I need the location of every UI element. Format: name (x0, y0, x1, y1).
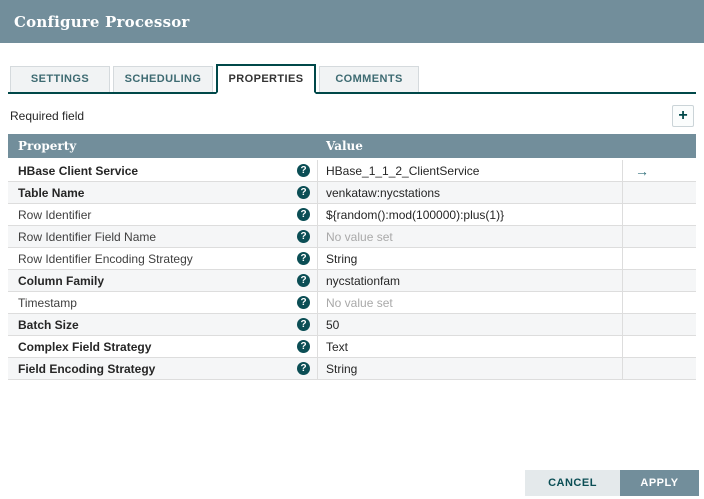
property-value: ${random():mod(100000):plus(1)} (326, 207, 505, 222)
property-cell: Column Family? (8, 270, 318, 291)
configure-processor-dialog: Configure Processor SETTINGS SCHEDULING PR… (0, 0, 704, 499)
property-cell: Row Identifier? (8, 204, 318, 225)
value-cell[interactable]: No value set (318, 292, 623, 313)
property-name: Table Name (18, 185, 85, 200)
tab-comments[interactable]: COMMENTS (319, 66, 419, 92)
property-value: HBase_1_1_2_ClientService (326, 163, 480, 178)
value-cell[interactable]: String (318, 358, 623, 379)
table-row[interactable]: Row Identifier Field Name? No value set (8, 226, 696, 248)
property-cell: Field Encoding Strategy? (8, 358, 318, 379)
help-icon[interactable]: ? (297, 340, 310, 353)
column-header-property: Property (18, 139, 77, 153)
property-cell: Batch Size? (8, 314, 318, 335)
table-row[interactable]: Field Encoding Strategy? String (8, 358, 696, 380)
property-value: String (326, 251, 358, 266)
value-cell[interactable]: nycstationfam (318, 270, 623, 291)
table-row[interactable]: Row Identifier Encoding Strategy? String (8, 248, 696, 270)
property-name: HBase Client Service (18, 163, 139, 178)
action-cell (623, 270, 696, 291)
tab-properties[interactable]: PROPERTIES (216, 64, 316, 94)
help-icon[interactable]: ? (297, 274, 310, 287)
property-name: Row Identifier Field Name (18, 229, 157, 244)
property-value: Text (326, 339, 349, 354)
dialog-title: Configure Processor (14, 12, 190, 31)
property-cell: Row Identifier Encoding Strategy? (8, 248, 318, 269)
action-cell (623, 226, 696, 247)
property-value: No value set (326, 295, 393, 310)
action-cell (623, 182, 696, 203)
cancel-button[interactable]: CANCEL (525, 470, 620, 496)
action-cell (623, 292, 696, 313)
action-cell (623, 358, 696, 379)
property-cell: Table Name? (8, 182, 318, 203)
property-name: Complex Field Strategy (18, 339, 152, 354)
properties-table-body: HBase Client Service? HBase_1_1_2_ClientS… (8, 160, 696, 380)
property-name: Batch Size (18, 317, 79, 332)
help-icon[interactable]: ? (297, 208, 310, 221)
property-name: Row Identifier (18, 207, 92, 222)
table-row[interactable]: HBase Client Service? HBase_1_1_2_ClientS… (8, 160, 696, 182)
required-field-label: Required field (10, 108, 85, 123)
help-icon[interactable]: ? (297, 164, 310, 177)
value-cell[interactable]: venkataw:nycstations (318, 182, 623, 203)
dialog-footer: CANCEL APPLY (525, 470, 699, 496)
help-icon[interactable]: ? (297, 362, 310, 375)
table-row[interactable]: Batch Size? 50 (8, 314, 696, 336)
goto-service-icon[interactable]: → (635, 164, 649, 178)
table-row[interactable]: Column Family? nycstationfam (8, 270, 696, 292)
action-cell (623, 204, 696, 225)
property-name: Timestamp (18, 295, 77, 310)
help-icon[interactable]: ? (297, 318, 310, 331)
tab-bar: SETTINGS SCHEDULING PROPERTIES COMMENTS (8, 64, 696, 94)
property-cell: Complex Field Strategy? (8, 336, 318, 357)
value-cell[interactable]: ${random():mod(100000):plus(1)} (318, 204, 623, 225)
apply-button[interactable]: APPLY (620, 470, 699, 496)
help-icon[interactable]: ? (297, 230, 310, 243)
property-name: Row Identifier Encoding Strategy (18, 251, 193, 266)
value-cell[interactable]: Text (318, 336, 623, 357)
column-header-value: Value (326, 139, 363, 153)
property-cell: Timestamp? (8, 292, 318, 313)
action-cell (623, 336, 696, 357)
table-row[interactable]: Row Identifier? ${random():mod(100000):pl… (8, 204, 696, 226)
property-value: venkataw:nycstations (326, 185, 441, 200)
properties-table: Property Value HBase Client Service? HBas… (8, 134, 696, 380)
table-header: Property Value (8, 134, 696, 158)
table-row[interactable]: Complex Field Strategy? Text (8, 336, 696, 358)
property-value: 50 (326, 317, 340, 332)
dialog-header: Configure Processor (0, 0, 704, 43)
help-icon[interactable]: ? (297, 252, 310, 265)
property-value: String (326, 361, 358, 376)
property-name: Field Encoding Strategy (18, 361, 156, 376)
property-value: nycstationfam (326, 273, 401, 288)
tab-scheduling[interactable]: SCHEDULING (113, 66, 213, 92)
table-row[interactable]: Table Name? venkataw:nycstations (8, 182, 696, 204)
property-cell: HBase Client Service? (8, 160, 318, 181)
table-row[interactable]: Timestamp? No value set (8, 292, 696, 314)
property-cell: Row Identifier Field Name? (8, 226, 318, 247)
help-icon[interactable]: ? (297, 186, 310, 199)
value-cell[interactable]: HBase_1_1_2_ClientService (318, 160, 623, 181)
property-value: No value set (326, 229, 393, 244)
required-field-row: Required field + (10, 104, 694, 127)
action-cell (623, 248, 696, 269)
tab-settings[interactable]: SETTINGS (10, 66, 110, 92)
action-cell: → (623, 160, 696, 181)
value-cell[interactable]: 50 (318, 314, 623, 335)
value-cell[interactable]: String (318, 248, 623, 269)
add-property-button[interactable]: + (672, 104, 694, 127)
action-cell (623, 314, 696, 335)
help-icon[interactable]: ? (297, 296, 310, 309)
property-name: Column Family (18, 273, 105, 288)
value-cell[interactable]: No value set (318, 226, 623, 247)
